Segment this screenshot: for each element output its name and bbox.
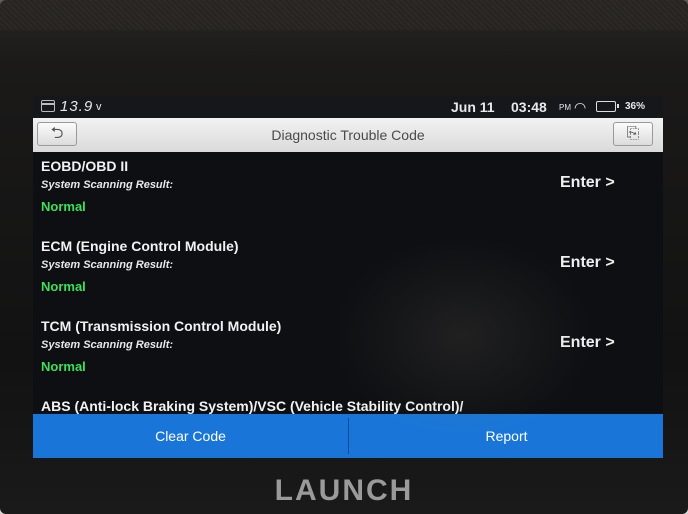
clear-code-button[interactable]: Clear Code [33,414,348,458]
scan-result-label: System Scanning Result: [41,179,174,191]
status-date: Jun 11 [451,99,495,115]
screen: 13.9 v Jun 11 03:48 PM ◠ 36% ⮌ Diagnosti… [33,96,663,458]
status-time: 03:48 [511,99,547,115]
exit-door-icon: ⎘ [626,125,640,142]
page-title: Diagnostic Trouble Code [271,127,425,143]
diagnostic-tablet: 13.9 v Jun 11 03:48 PM ◠ 36% ⮌ Diagnosti… [0,0,688,514]
scan-status: Normal [41,199,86,214]
list-item[interactable]: EOBD/OBD II System Scanning Result: Norm… [33,152,663,232]
bezel-texture [0,0,688,30]
calendar-icon [41,100,55,112]
scan-result-label: System Scanning Result: [41,339,174,351]
battery-voltage: 13.9 [60,98,94,115]
battery-icon [596,101,619,112]
report-button[interactable]: Report [349,414,663,458]
enter-button[interactable]: Enter > [560,334,615,352]
scan-status: Normal [41,359,86,374]
wifi-icon: ◠ [574,99,587,115]
list-item[interactable]: ECM (Engine Control Module) System Scann… [33,232,663,312]
scan-status: Normal [41,279,86,294]
title-bar: ⮌ Diagnostic Trouble Code ⎘ [33,118,663,152]
action-bar: Clear Code Report [33,414,663,458]
voltage-unit: v [96,101,102,113]
system-name: ECM (Engine Control Module) [41,238,239,254]
system-name: TCM (Transmission Control Module) [41,318,282,334]
system-name: ABS (Anti-lock Braking System)/VSC (Vehi… [41,398,464,414]
enter-button[interactable]: Enter > [560,174,615,192]
enter-button[interactable]: Enter > [560,254,615,272]
list-item[interactable]: ABS (Anti-lock Braking System)/VSC (Vehi… [33,392,663,414]
system-name: EOBD/OBD II [41,158,129,174]
battery-percent: 36% [625,101,646,112]
status-bar: 13.9 v Jun 11 03:48 PM ◠ 36% [33,96,663,118]
status-ampm: PM [559,103,571,112]
list-item[interactable]: TCM (Transmission Control Module) System… [33,312,663,392]
scan-result-label: System Scanning Result: [41,259,174,271]
brand-logo: LAUNCH [274,474,414,507]
exit-button[interactable]: ⎘ [613,122,653,146]
system-list: EOBD/OBD II System Scanning Result: Norm… [33,152,663,414]
